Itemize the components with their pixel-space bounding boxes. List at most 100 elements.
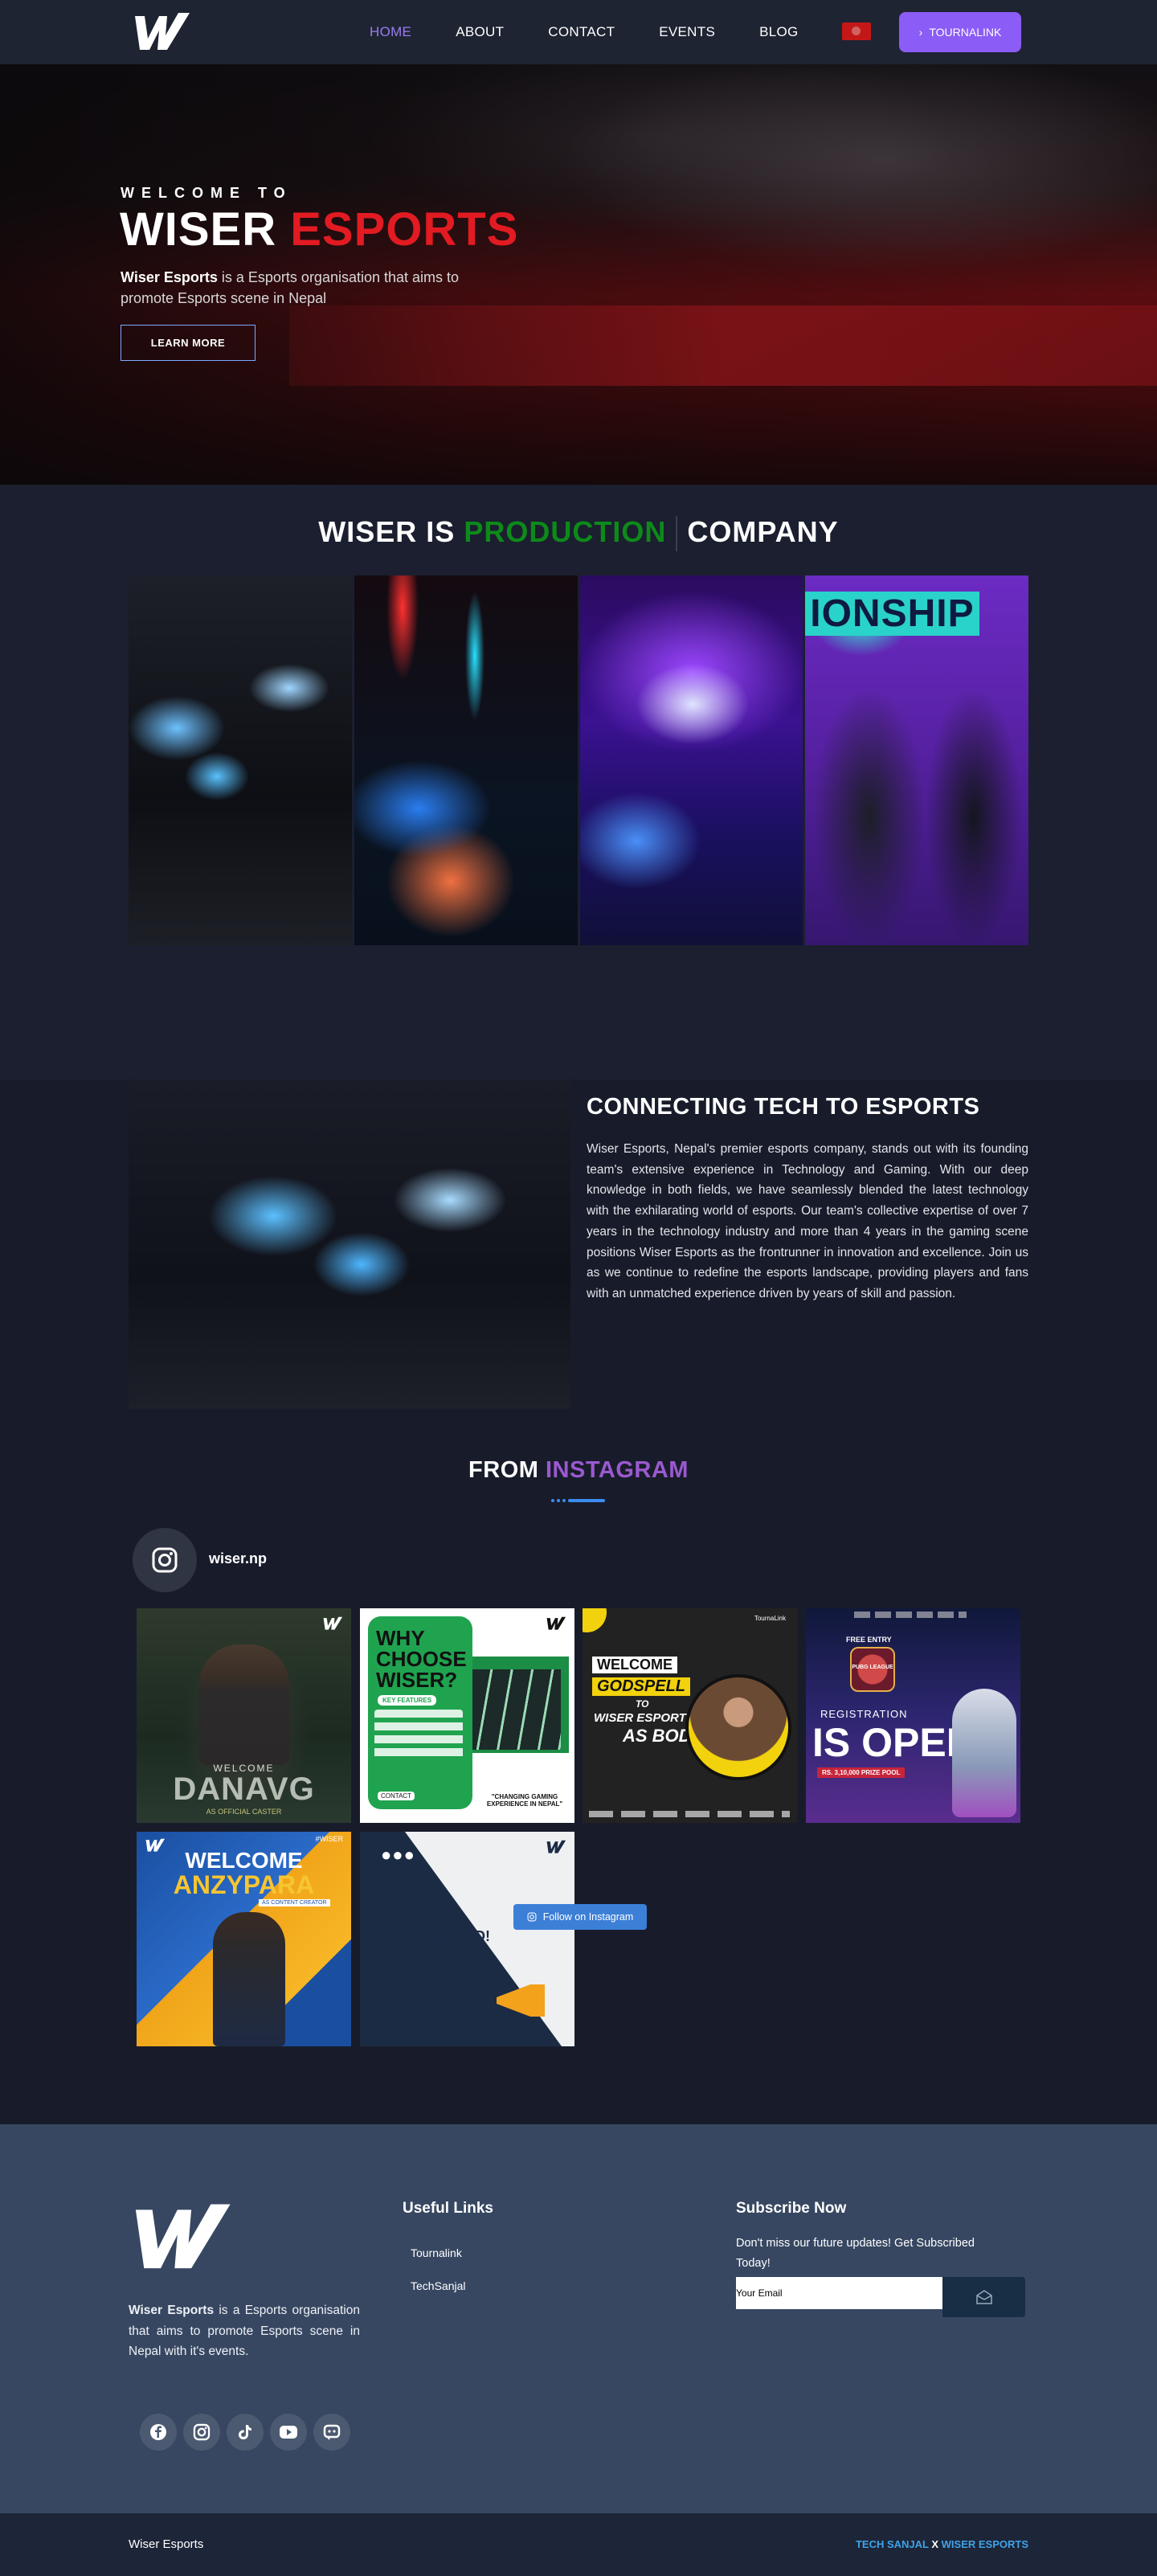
credit-tech-sanjal[interactable]: TECH SANJAL	[856, 2538, 929, 2550]
main-menu: HOME ABOUT CONTACT EVENTS BLOG	[370, 0, 843, 64]
bottom-bar: Wiser Esports TECH SANJAL X WISER ESPORT…	[0, 2513, 1157, 2576]
connect-text: Wiser Esports, Nepal's premier esports c…	[587, 1142, 1028, 1300]
learn-more-button[interactable]: LEARN MORE	[121, 325, 256, 361]
hero-welcome: WELCOME TO	[121, 185, 292, 201]
post1-name: DANAVG	[173, 1771, 315, 1807]
email-input[interactable]: Your Email	[736, 2277, 942, 2309]
post5-hashtag: #WISER	[315, 1835, 343, 1843]
instagram-post[interactable]: FREE ENTRY PUBG LEAGUE REGISTRATION IS O…	[806, 1608, 1020, 1823]
tournalink-button[interactable]: › TOURNALINK	[899, 12, 1021, 52]
footer-link-techsanjal[interactable]: TechSanjal	[411, 2279, 466, 2292]
menu-home[interactable]: HOME	[370, 24, 411, 40]
follow-instagram-button[interactable]: Follow on Instagram	[513, 1904, 647, 1930]
post5-name: ANZYPARA	[173, 1870, 315, 1899]
post4-character	[952, 1689, 1016, 1817]
post5-role: AS CONTENT CREATOR	[259, 1899, 330, 1906]
production-title-green: PRODUCTION	[464, 515, 667, 548]
social-links	[140, 2414, 350, 2451]
title-divider	[676, 516, 678, 552]
connect-title: CONNECTING TECH TO ESPORTS	[587, 1094, 980, 1120]
post4-prize: RS. 3,10,000 PRIZE POOL	[817, 1767, 906, 1778]
post4-top-strip	[854, 1612, 967, 1618]
post3-tournalink: TournaLink	[754, 1615, 786, 1622]
gallery-image-control-room	[129, 575, 352, 945]
instagram-icon	[152, 1547, 178, 1573]
hero-desc-brand: Wiser Esports	[121, 269, 218, 285]
gallery-image-esports-arena	[579, 575, 803, 945]
wiser-logo[interactable]	[129, 2201, 235, 2274]
footer-description: Wiser Esports is a Esports organisation …	[129, 2300, 360, 2362]
footer: Wiser Esports is a Esports organisation …	[0, 2124, 1157, 2513]
useful-links-title: Useful Links	[403, 2200, 493, 2217]
tiktok-icon[interactable]	[227, 2414, 264, 2451]
wiser-logo-icon	[546, 1840, 566, 1853]
instagram-post[interactable]: #WISER WELCOME ANZYPARA AS CONTENT CREAT…	[137, 1832, 351, 2046]
post2-phones	[472, 1669, 561, 1750]
instagram-icon	[527, 1912, 537, 1922]
subscribe-button[interactable]	[942, 2277, 1025, 2317]
chevron-right-icon: ›	[918, 26, 923, 39]
instagram-title-a: FROM	[468, 1457, 539, 1483]
instagram-title: FROM INSTAGRAM	[0, 1457, 1157, 1484]
championship-banner: IONSHIP	[805, 592, 979, 636]
instagram-post[interactable]: TournaLink WELCOME GODSPELL TO WISER ESP…	[583, 1608, 797, 1823]
instagram-post[interactable]: WELCOME DANAVG AS OFFICIAL CASTER	[137, 1608, 351, 1823]
broadcast-room-image	[129, 1079, 570, 1409]
menu-contact[interactable]: CONTACT	[548, 24, 615, 40]
gallery-image-championship-team: IONSHIP	[805, 575, 1028, 945]
instagram-post[interactable]: ●●● HELLO WORLD!	[360, 1832, 574, 2046]
post3-welcome: WELCOME	[592, 1657, 677, 1673]
credit-x: X	[928, 2538, 942, 2550]
hero-description: Wiser Esports is a Esports organisation …	[121, 267, 490, 309]
send-mail-icon	[975, 2290, 992, 2304]
post3-portrait-circle	[685, 1674, 791, 1780]
production-gallery: IONSHIP	[129, 575, 1028, 945]
post2-contact: CONTACT	[378, 1792, 415, 1800]
post6-dots: ●●●	[381, 1845, 415, 1865]
hero-title-white: WISER	[120, 203, 277, 256]
facebook-icon[interactable]	[140, 2414, 177, 2451]
subscribe-text: Don't miss our future updates! Get Subsc…	[736, 2237, 975, 2270]
production-section: WISER IS PRODUCTION COMPANY IONSHIP	[0, 485, 1157, 1079]
subscribe-title: Subscribe Now	[736, 2200, 847, 2217]
follow-label: Follow on Instagram	[542, 1911, 634, 1923]
post4-free-entry: FREE ENTRY	[846, 1636, 892, 1644]
title-underline	[551, 1499, 606, 1502]
post3-footer-strip	[589, 1811, 790, 1817]
hero-title-red: ESPORTS	[290, 203, 519, 256]
instagram-title-b: INSTAGRAM	[545, 1457, 689, 1483]
post5-person	[213, 1912, 285, 2046]
instagram-section: FROM INSTAGRAM wiser.np WELCOME DANAVG A…	[0, 1457, 1157, 2124]
instagram-handle[interactable]: wiser.np	[209, 1550, 267, 1567]
footer-link-tournalink[interactable]: Tournalink	[411, 2246, 462, 2259]
post3-to: TO	[636, 1698, 649, 1710]
hero-section: WELCOME TO WISER ESPORTS Wiser Esports i…	[0, 64, 1157, 485]
instagram-icon[interactable]	[183, 2414, 220, 2451]
language-flag-icon[interactable]	[842, 23, 871, 40]
post6-hello: HELLO WORLD!	[378, 1928, 490, 1944]
instagram-avatar[interactable]	[133, 1528, 197, 1592]
post3-yellow-corner	[583, 1608, 607, 1632]
post2-tagline: "CHANGING GAMING EXPERIENCE IN NEPAL"	[486, 1793, 563, 1808]
footer-desc-brand: Wiser Esports	[129, 2304, 215, 2317]
credit-wiser-esports[interactable]: WISER ESPORTS	[942, 2538, 1028, 2550]
post4-registration: REGISTRATION	[820, 1708, 908, 1720]
credit-text: TECH SANJAL X WISER ESPORTS	[856, 2538, 1028, 2550]
post4-league: PUBG LEAGUE	[852, 1665, 893, 1670]
wiser-logo[interactable]	[132, 11, 191, 53]
menu-events[interactable]: EVENTS	[659, 24, 715, 40]
instagram-post[interactable]: WHY CHOOSE WISER? KEY FEATURES CONTACT "…	[360, 1608, 574, 1823]
person-figure	[199, 1644, 289, 1765]
post2-feature-list	[374, 1710, 463, 1761]
discord-icon[interactable]	[313, 2414, 350, 2451]
menu-blog[interactable]: BLOG	[759, 24, 798, 40]
menu-about[interactable]: ABOUT	[456, 24, 504, 40]
wiser-logo-icon	[323, 1616, 343, 1630]
youtube-icon[interactable]	[270, 2414, 307, 2451]
gallery-image-gamer-keyboard	[354, 575, 578, 945]
post4-is-open: IS OPEN	[812, 1720, 975, 1765]
post2-wiser: WISER?	[376, 1668, 458, 1692]
copyright-text: Wiser Esports	[129, 2537, 204, 2551]
connect-section: CONNECTING TECH TO ESPORTS Wiser Esports…	[0, 1079, 1157, 1457]
megaphone-icon	[497, 1984, 545, 2017]
